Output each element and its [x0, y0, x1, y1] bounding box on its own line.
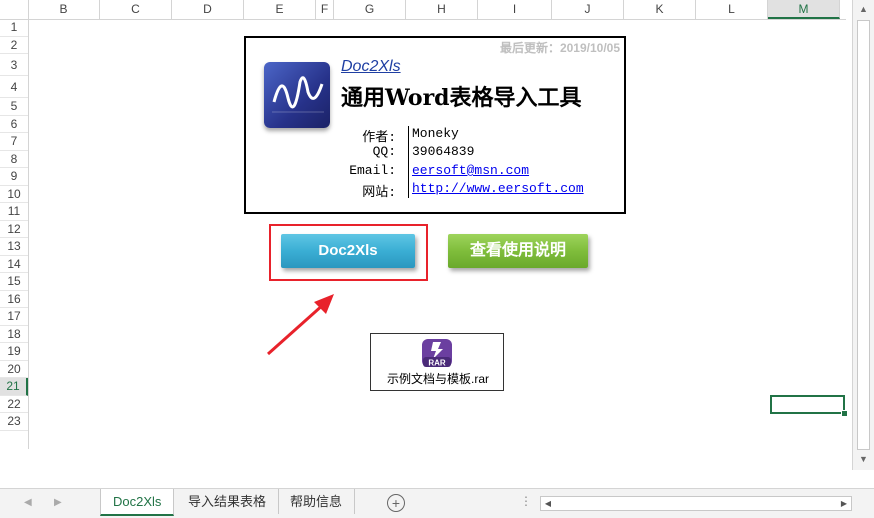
email-link[interactable]: eersoft@msn.com — [412, 163, 529, 178]
column-header-c[interactable]: C — [100, 0, 172, 19]
row-header-23[interactable]: 23 — [0, 413, 28, 431]
sheet-tab-import-results[interactable]: 导入结果表格 — [176, 489, 280, 514]
row-header-16[interactable]: 16 — [0, 291, 28, 308]
rar-archive-icon: RAR — [422, 339, 452, 368]
select-all-corner[interactable] — [0, 0, 29, 19]
email-label: Email: — [349, 163, 396, 178]
sheet-tab-help[interactable]: 帮助信息 — [278, 489, 356, 514]
tab-split-handle-icon[interactable]: ⋮ — [520, 494, 532, 508]
row-header-13[interactable]: 13 — [0, 238, 28, 256]
prev-sheet-icon[interactable]: ◀ — [24, 497, 32, 508]
author-label: 作者: — [362, 130, 396, 145]
scroll-up-icon[interactable]: ▲ — [856, 2, 871, 17]
row-header-5[interactable]: 5 — [0, 98, 28, 116]
embedded-rar-file[interactable]: RAR 示例文档与模板.rar — [370, 333, 504, 391]
row-header-22[interactable]: 22 — [0, 396, 28, 413]
row-header-17[interactable]: 17 — [0, 308, 28, 326]
row-header-2[interactable]: 2 — [0, 37, 28, 54]
row-header-11[interactable]: 11 — [0, 203, 28, 221]
column-header-h[interactable]: H — [406, 0, 478, 19]
row-header-4[interactable]: 4 — [0, 76, 28, 98]
rar-icon-text: RAR — [428, 359, 446, 368]
fill-handle[interactable] — [841, 410, 848, 417]
column-header-d[interactable]: D — [172, 0, 244, 19]
column-header-e[interactable]: E — [244, 0, 316, 19]
scroll-down-icon[interactable]: ▼ — [856, 452, 871, 467]
row-header-3[interactable]: 3 — [0, 54, 28, 76]
sheet-tab-doc2xls[interactable]: Doc2Xls — [100, 489, 175, 516]
info-card: 最后更新：2019/10/05 Doc2Xls 通用Word表格导入工具 作者:… — [244, 36, 626, 214]
row-header-7[interactable]: 7 — [0, 133, 28, 151]
sheet-tab-bar: ◀ ▶ Doc2Xls 导入结果表格 帮助信息 + ⋮ ◀ ▶ — [0, 488, 874, 518]
vertical-scroll-thumb[interactable] — [857, 20, 870, 450]
row-header-9[interactable]: 9 — [0, 168, 28, 186]
selected-cell[interactable] — [770, 395, 845, 414]
app-name-link[interactable]: Doc2Xls — [341, 58, 401, 76]
website-label: 网站: — [362, 185, 396, 200]
column-header-j[interactable]: J — [552, 0, 624, 19]
column-header-g[interactable]: G — [334, 0, 406, 19]
column-header-b[interactable]: B — [28, 0, 100, 19]
app-logo-icon — [264, 62, 330, 128]
row-header-10[interactable]: 10 — [0, 186, 28, 203]
highlight-box — [269, 224, 428, 281]
row-header-12[interactable]: 12 — [0, 221, 28, 238]
qq-value: 39064839 — [412, 144, 475, 159]
column-header-l[interactable]: L — [696, 0, 768, 19]
row-header-8[interactable]: 8 — [0, 151, 28, 168]
row-header-6[interactable]: 6 — [0, 116, 28, 133]
website-link[interactable]: http://www.eersoft.com — [412, 181, 584, 196]
column-header-m[interactable]: M — [768, 0, 840, 19]
scroll-right-icon[interactable]: ▶ — [837, 497, 851, 510]
row-header-bar: 1 2 3 4 5 6 7 8 9 10 11 12 13 14 15 16 17 18 19 20 21 22 23 — [0, 19, 29, 449]
column-header-bar: BCDEFGHIJKLM — [0, 0, 846, 20]
row-header-20[interactable]: 20 — [0, 361, 28, 378]
vertical-scrollbar[interactable]: ▲ ▼ — [852, 0, 874, 470]
row-header-15[interactable]: 15 — [0, 273, 28, 291]
row-header-19[interactable]: 19 — [0, 343, 28, 361]
add-sheet-icon[interactable]: + — [387, 494, 405, 512]
column-header-i[interactable]: I — [478, 0, 552, 19]
last-updated-text: 最后更新：2019/10/05 — [499, 41, 620, 55]
column-header-k[interactable]: K — [624, 0, 696, 19]
row-header-14[interactable]: 14 — [0, 256, 28, 273]
view-help-button[interactable]: 查看使用说明 — [448, 234, 588, 268]
row-header-18[interactable]: 18 — [0, 326, 28, 343]
info-divider — [408, 126, 409, 198]
next-sheet-icon[interactable]: ▶ — [54, 497, 62, 508]
app-title: 通用Word表格导入工具 — [341, 85, 582, 111]
qq-label: QQ: — [372, 144, 396, 159]
author-value: Moneky — [412, 126, 459, 141]
row-header-1[interactable]: 1 — [0, 19, 28, 37]
red-arrow-icon — [267, 294, 334, 356]
horizontal-scrollbar[interactable]: ◀ ▶ — [540, 496, 852, 511]
row-header-21[interactable]: 21 — [0, 378, 28, 396]
scroll-left-icon[interactable]: ◀ — [541, 497, 555, 510]
embedded-file-label: 示例文档与模板.rar — [386, 372, 489, 386]
column-header-f[interactable]: F — [316, 0, 334, 19]
